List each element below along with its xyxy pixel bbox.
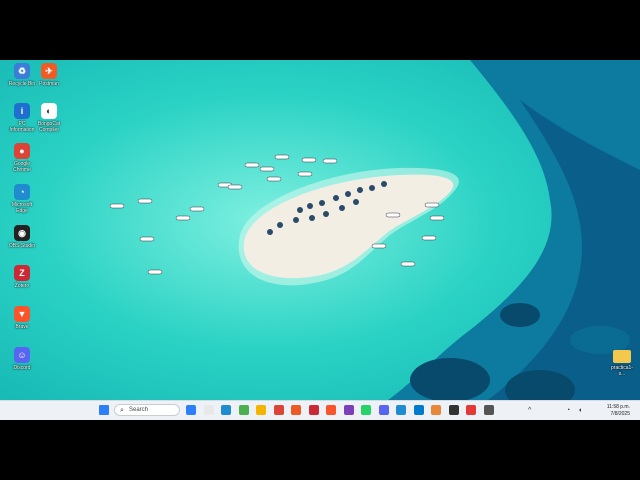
discord-icon: ☺ (14, 347, 30, 363)
pinned-app-icon-11[interactable] (361, 405, 371, 415)
zotero-label: Zotero (14, 283, 30, 289)
pinned-app-icon-9[interactable] (326, 405, 336, 415)
obs-icon: ◉ (14, 225, 30, 241)
search-icon: ⌕ (120, 407, 124, 414)
desktop-icon-recycle-bin[interactable]: ♻ Recycle Bin (8, 63, 36, 87)
chrome-label: Google Chrome (13, 161, 31, 173)
network-icon[interactable]: ◔ (566, 407, 570, 414)
folder-practica1[interactable]: practica1-s... (608, 350, 636, 377)
bongocat-label: BongoCat Compiler (37, 121, 61, 133)
discord-label: Discord (13, 365, 31, 371)
pc-info-label: PC Information (9, 121, 35, 133)
brave-label: Brave (15, 324, 29, 330)
folder-icon (613, 350, 631, 363)
brave-icon: ▼ (14, 306, 30, 322)
pinned-app-icon-12[interactable] (378, 405, 389, 415)
taskbar: ⌕ Search ^ ◔ ◖ 11:58 p.m. 7/8/2025 (0, 400, 640, 420)
postman-label: Postman (39, 81, 59, 87)
wallpaper-image (0, 60, 640, 420)
postman-icon: ✈ (41, 63, 57, 79)
volume-icon[interactable]: ◖ (578, 407, 582, 414)
bongocat-icon: ◐ (41, 103, 57, 119)
desktop-icon-postman[interactable]: ✈ Postman (35, 63, 63, 87)
taskbar-search[interactable]: ⌕ Search (114, 404, 180, 416)
chevron-up-icon[interactable]: ^ (528, 407, 531, 414)
pinned-app-icon-2[interactable] (203, 405, 214, 415)
folder-label: practica1-s... (611, 365, 633, 377)
pinned-app-icon-13[interactable] (396, 405, 406, 415)
pinned-app-icon-14[interactable] (413, 405, 424, 415)
obs-label: OBS Studio (8, 243, 36, 249)
desktop-icon-discord[interactable]: ☺ Discord (8, 347, 36, 371)
pinned-app-icon-18[interactable] (483, 405, 494, 415)
desktop-icon-edge[interactable]: ◔ Microsoft Edge (8, 184, 36, 214)
pinned-app-icon-7[interactable] (291, 405, 301, 415)
pc-info-icon: i (14, 103, 30, 119)
pinned-app-icon-6[interactable] (273, 405, 284, 415)
chrome-icon: ● (14, 143, 30, 159)
desktop-icon-pc-info[interactable]: i PC Information (8, 103, 36, 133)
pinned-app-icon-1[interactable] (186, 405, 196, 415)
desktop-icon-zotero[interactable]: Z Zotero (8, 265, 36, 289)
system-clock[interactable]: 11:58 p.m. 7/8/2025 (607, 404, 630, 418)
desktop-icon-bongocat[interactable]: ◐ BongoCat Compiler (35, 103, 63, 133)
pinned-app-icon-17[interactable] (466, 405, 476, 415)
desktop: ♻ Recycle Bin ✈ Postman i PC Information ◐ Bong… (0, 60, 640, 420)
edge-label: Microsoft Edge (11, 202, 33, 214)
pinned-app-icon-15[interactable] (431, 405, 441, 415)
pinned-app-icon-16[interactable] (448, 405, 459, 415)
desktop-icon-brave[interactable]: ▼ Brave (8, 306, 36, 330)
recycle-bin-label: Recycle Bin (8, 81, 36, 87)
pinned-app-icon-4[interactable] (238, 405, 249, 415)
desktop-icon-obs[interactable]: ◉ OBS Studio (8, 225, 36, 249)
start-button[interactable] (99, 405, 109, 415)
clock-time: 11:58 p.m. (606, 404, 630, 410)
zotero-icon: Z (14, 265, 30, 281)
desktop-icon-chrome[interactable]: ● Google Chrome (8, 143, 36, 173)
pinned-app-icon-5[interactable] (256, 405, 266, 415)
pinned-app-icon-8[interactable] (308, 405, 319, 415)
edge-icon: ◔ (14, 184, 30, 200)
pinned-app-icon-10[interactable] (343, 405, 354, 415)
search-label: Search (129, 407, 149, 413)
recycle-bin-icon: ♻ (14, 63, 30, 79)
clock-date: 7/8/2025 (610, 411, 630, 417)
pinned-app-icon-3[interactable] (221, 405, 231, 415)
